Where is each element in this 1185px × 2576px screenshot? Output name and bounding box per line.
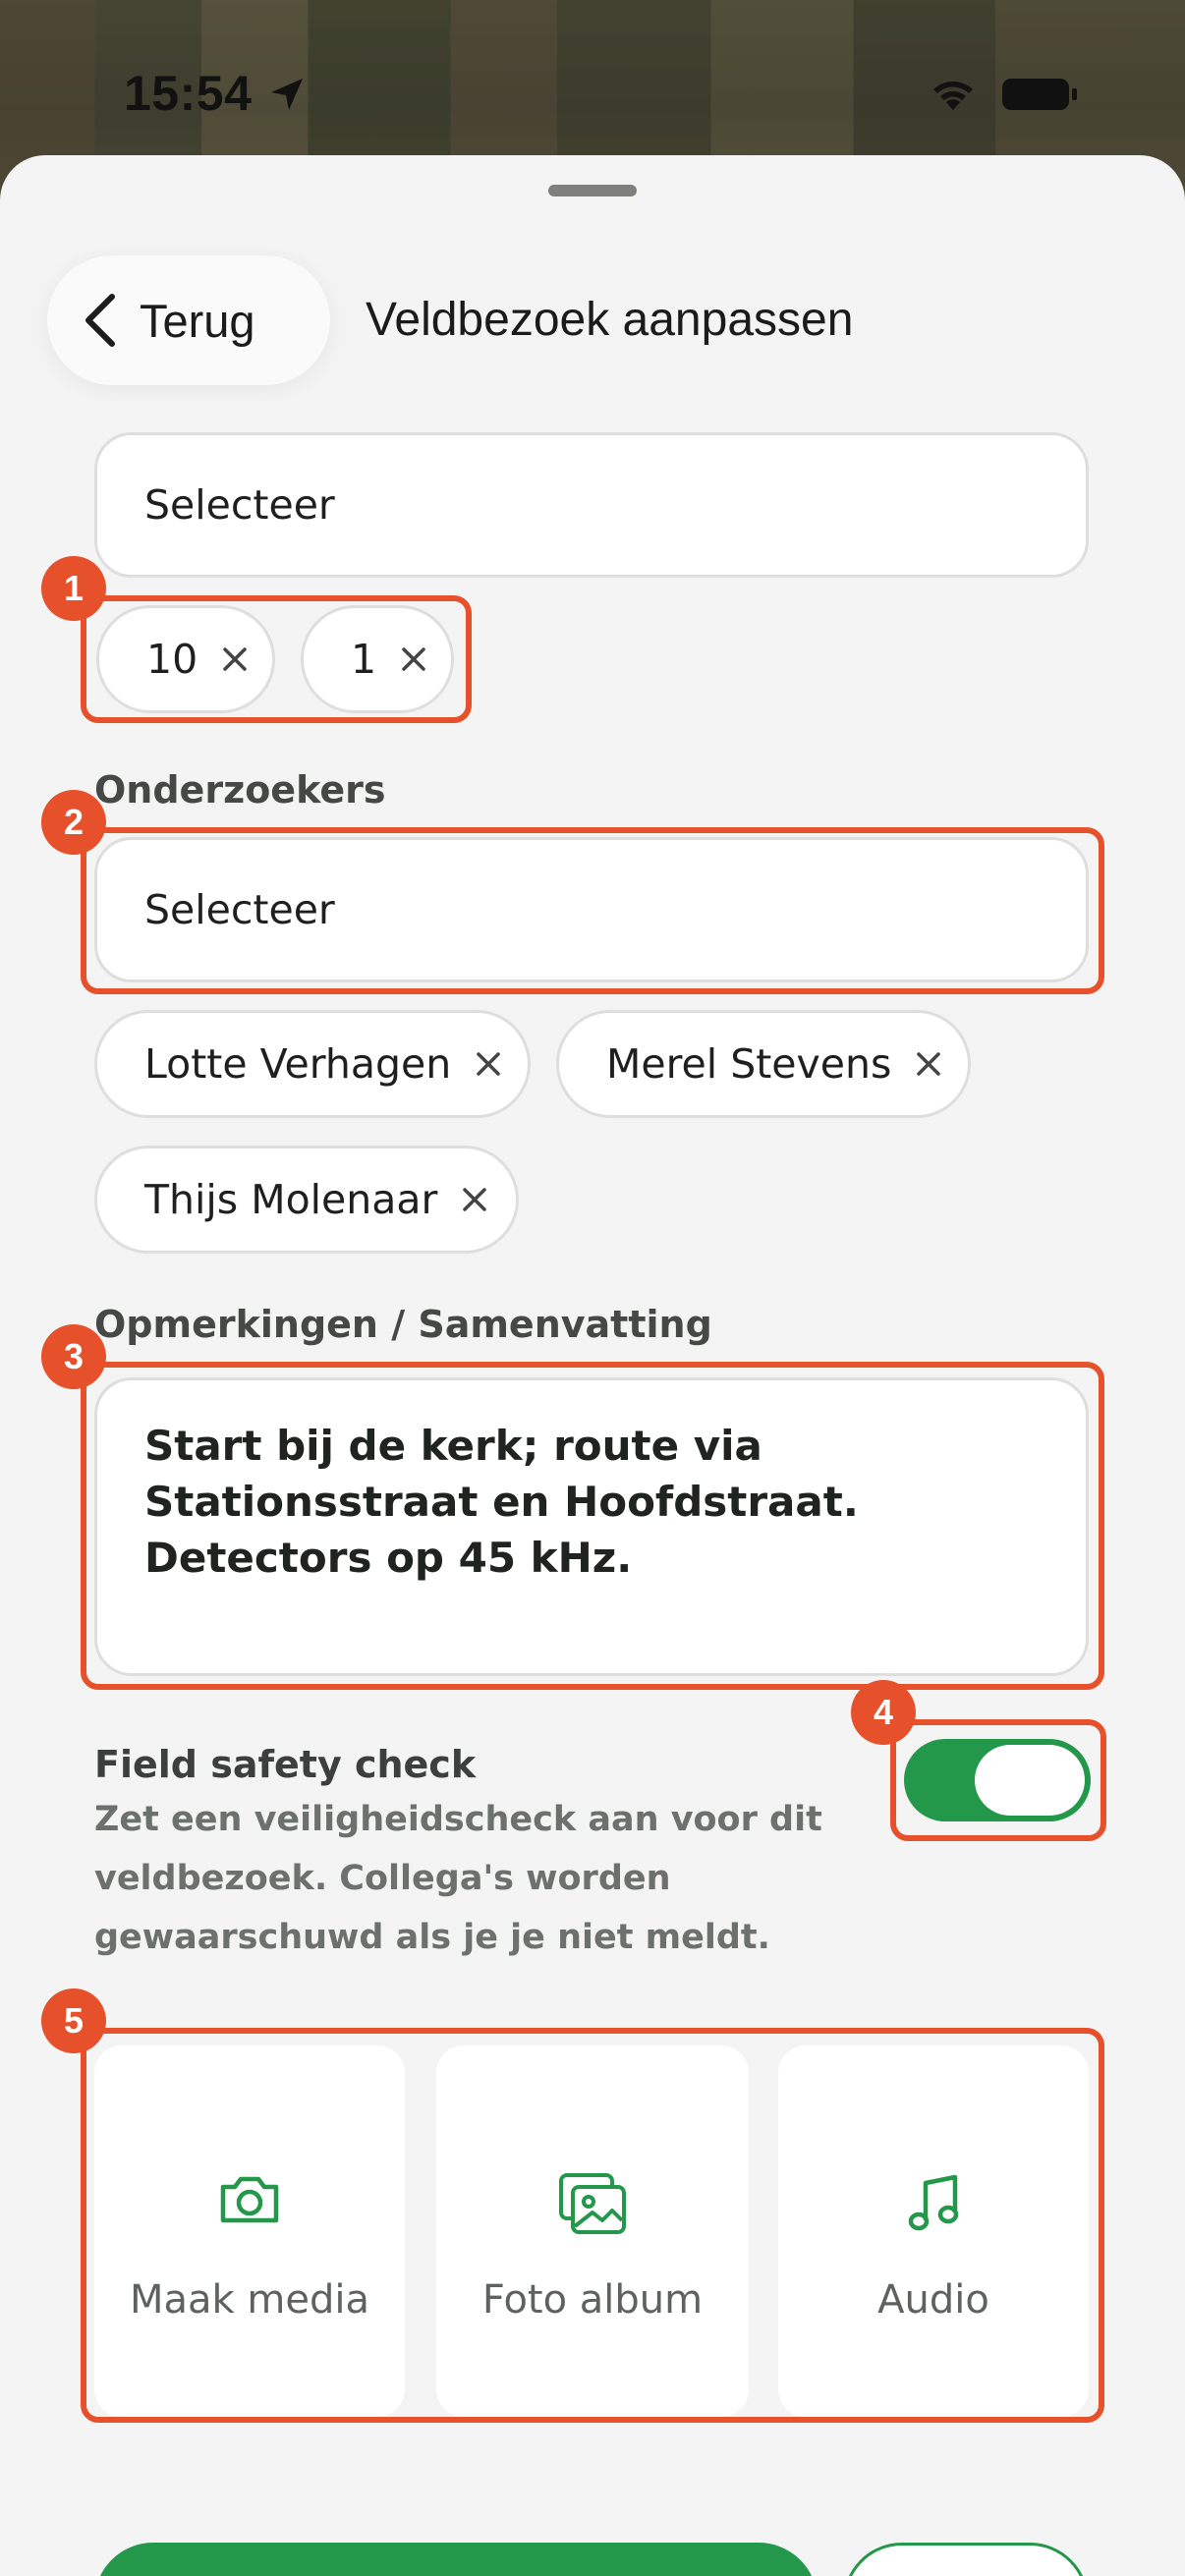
sheet-grabber[interactable] xyxy=(548,185,637,196)
annotation-badge: 5 xyxy=(41,1988,106,2053)
close-icon[interactable] xyxy=(475,1050,502,1078)
battery-icon xyxy=(1002,79,1077,110)
select-placeholder: Selecteer xyxy=(144,481,335,529)
annotation-highlight xyxy=(81,1362,1104,1690)
safety-title: Field safety check xyxy=(94,1743,477,1786)
chevron-left-icon xyxy=(85,294,115,347)
annotation-badge: 1 xyxy=(41,556,106,621)
researcher-chip[interactable]: Thijs Molenaar xyxy=(94,1146,519,1254)
back-button[interactable]: Terug xyxy=(47,255,330,385)
close-icon[interactable] xyxy=(915,1050,942,1078)
annotation-badge: 2 xyxy=(41,790,106,855)
annotation-highlight xyxy=(81,595,472,723)
select-input[interactable]: Selecteer xyxy=(94,432,1089,578)
wifi-icon xyxy=(933,82,973,110)
secondary-button[interactable] xyxy=(843,2543,1089,2576)
location-arrow-icon xyxy=(271,79,303,110)
researcher-chip[interactable]: Lotte Verhagen xyxy=(94,1010,531,1118)
status-time: 15:54 xyxy=(124,66,253,121)
back-label: Terug xyxy=(140,294,255,347)
annotation-badge: 4 xyxy=(851,1680,916,1745)
chip-label: Merel Stevens xyxy=(606,1040,892,1088)
researcher-chip[interactable]: Merel Stevens xyxy=(556,1010,971,1118)
researchers-label: Onderzoekers xyxy=(94,768,386,812)
annotation-highlight xyxy=(81,2028,1104,2423)
save-button[interactable] xyxy=(94,2543,818,2576)
chip-label: Thijs Molenaar xyxy=(144,1176,438,1223)
close-icon[interactable] xyxy=(461,1186,488,1213)
annotation-highlight xyxy=(81,827,1104,994)
page-title: Veldbezoek aanpassen xyxy=(366,294,854,346)
annotation-highlight xyxy=(890,1719,1106,1841)
annotation-badge: 3 xyxy=(41,1324,106,1389)
remarks-label: Opmerkingen / Samenvatting xyxy=(94,1303,712,1346)
safety-description: Zet een veiligheidscheck aan voor dit ve… xyxy=(94,1800,822,1957)
chip-label: Lotte Verhagen xyxy=(144,1040,452,1088)
